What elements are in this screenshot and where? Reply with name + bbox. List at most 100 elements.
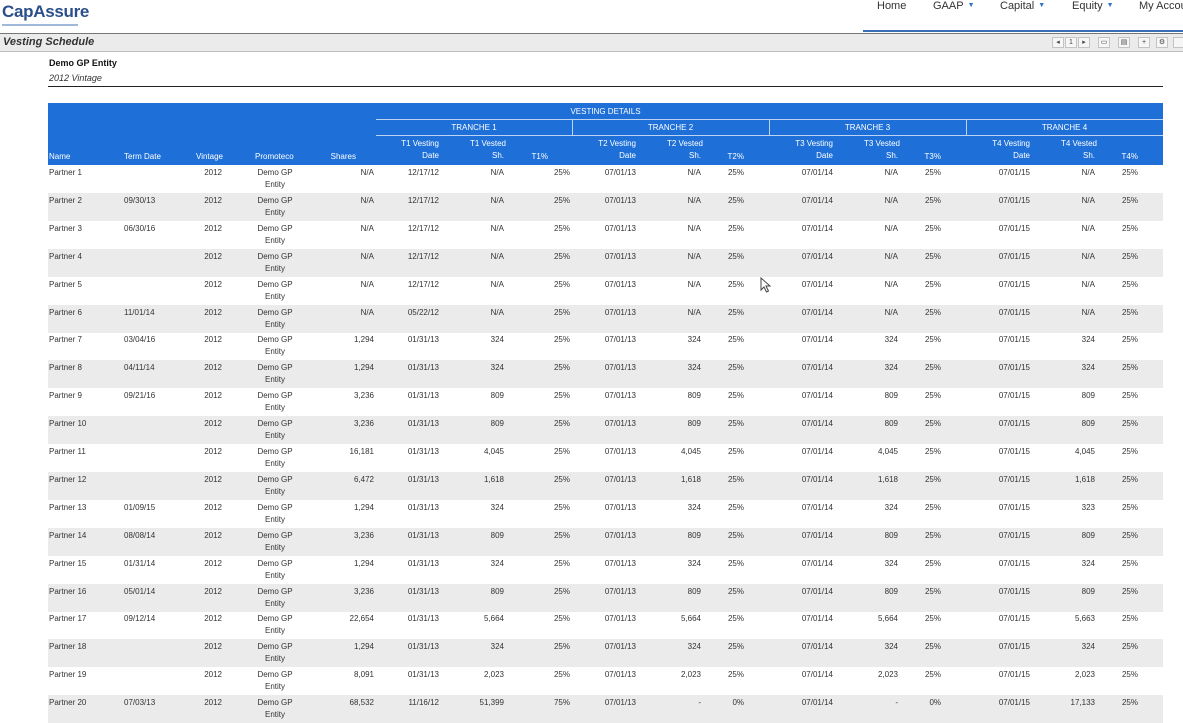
row-t2-vested: N/A — [687, 279, 701, 289]
table-row[interactable]: Partner 1 2012 N/A 12/17/12 N/A 25% 07/01/13 N/… — [48, 165, 1163, 193]
row-shares: 3,236 — [353, 530, 374, 540]
row-t2-pct: 25% — [727, 195, 744, 205]
nav-home[interactable]: Home — [877, 0, 906, 12]
col-vintage[interactable]: Vintage — [196, 152, 223, 161]
col-t4-date[interactable]: T4 Vesting — [970, 139, 1030, 148]
row-t3-date: 07/01/14 — [801, 307, 833, 317]
table-row[interactable]: Partner 13 01/09/15 2012 1,294 01/31/13 324 25… — [48, 500, 1163, 528]
more-icon[interactable] — [1173, 37, 1183, 48]
row-t1-pct: 25% — [553, 223, 570, 233]
nav-equity-label: Equity — [1072, 0, 1103, 12]
app-logo[interactable]: CapAssure — [2, 2, 89, 22]
next-page-button[interactable]: ▸ — [1078, 37, 1090, 48]
col-t3-vested[interactable]: T3 Vested — [840, 139, 900, 148]
row-t2-pct: 25% — [727, 474, 744, 484]
row-vintage: 2012 — [204, 558, 222, 568]
row-t3-vested: 324 — [884, 558, 898, 568]
nav-equity[interactable]: Equity ▼ — [1072, 0, 1114, 12]
row-vintage: 2012 — [204, 168, 222, 177]
table-row[interactable]: Partner 6 11/01/14 2012 N/A 05/22/12 N/A 25% 07… — [48, 304, 1163, 333]
nav-capital[interactable]: Capital ▼ — [1000, 0, 1045, 12]
nav-my-account[interactable]: My Accou — [1139, 0, 1183, 12]
table-row[interactable]: Partner 19 2012 8,091 01/31/13 2,023 25% 07/01… — [48, 667, 1163, 695]
row-t3-pct: 25% — [924, 223, 941, 233]
col-t3-pct[interactable]: T3% — [911, 152, 941, 161]
row-t2-vested: 324 — [687, 642, 701, 652]
row-shares: 3,236 — [353, 419, 374, 429]
col-t4-pct[interactable]: T4% — [1108, 152, 1138, 161]
export-icon[interactable]: ▤ — [1118, 37, 1130, 48]
table-row[interactable]: Partner 16 05/01/14 2012 3,236 01/31/13 809 25… — [48, 583, 1163, 612]
col-t4-vested[interactable]: T4 Vested — [1037, 139, 1097, 148]
col-t3-vested-line2: Sh. — [885, 151, 898, 160]
row-t3-pct: 25% — [924, 642, 941, 652]
row-promoteco: Demo GP Entity — [248, 167, 302, 191]
col-name[interactable]: Name — [49, 152, 70, 161]
table-row[interactable]: Partner 10 2012 3,236 01/31/13 809 25% 07/01/1… — [48, 416, 1163, 445]
table-row[interactable]: Partner 11 2012 16,181 01/31/13 4,045 25% 07/0… — [48, 444, 1163, 472]
col-promoteco[interactable]: Promoteco — [255, 152, 294, 161]
table-row[interactable]: Partner 12 2012 6,472 01/31/13 1,618 25% 07/01… — [48, 471, 1163, 500]
table-row[interactable]: Partner 17 09/12/14 2012 22,654 01/31/13 5,66… — [48, 611, 1163, 639]
col-t2-vested[interactable]: T2 Vested — [643, 139, 703, 148]
zoom-icon[interactable]: + — [1138, 37, 1150, 48]
col-t1-vested[interactable]: T1 Vested — [446, 139, 506, 148]
row-promoteco-line2: Entity — [264, 403, 285, 413]
table-row[interactable]: Partner 2 09/30/13 2012 N/A 12/17/12 N/A 25% 07… — [48, 192, 1163, 221]
col-t2-date[interactable]: T2 Vesting — [576, 139, 636, 148]
row-t1-pct: 25% — [553, 279, 570, 289]
row-t2-vested: 5,664 — [680, 614, 701, 624]
col-term-date[interactable]: Term Date — [124, 152, 161, 161]
nav-gaap[interactable]: GAAP ▼ — [933, 0, 975, 12]
row-name: Partner 8 — [49, 363, 82, 373]
col-t1-pct[interactable]: T1% — [518, 152, 548, 161]
row-name: Partner 11 — [49, 447, 86, 456]
row-t1-date: 01/31/13 — [407, 419, 439, 429]
nav-my-account-label: My Accou — [1139, 0, 1183, 12]
row-promoteco-line1: Demo GP — [257, 195, 293, 205]
row-t2-pct: 25% — [727, 642, 744, 652]
row-t3-vested: 5,664 — [877, 614, 898, 624]
table-row[interactable]: Partner 7 03/04/16 2012 1,294 01/31/13 324 25%… — [48, 332, 1163, 360]
table-row[interactable]: Partner 18 2012 1,294 01/31/13 324 25% 07/01/1… — [48, 639, 1163, 668]
row-t4-pct: 25% — [1121, 447, 1138, 456]
row-t4-date: 07/01/15 — [998, 251, 1030, 261]
table-row[interactable]: Partner 5 2012 N/A 12/17/12 N/A 25% 07/01/13 N/… — [48, 277, 1163, 305]
row-t2-vested: - — [698, 698, 701, 708]
row-t4-pct: 25% — [1121, 419, 1138, 429]
row-name: Partner 4 — [49, 251, 82, 261]
row-t2-pct: 25% — [727, 558, 744, 568]
table-row[interactable]: Partner 14 08/08/14 2012 3,236 01/31/13 809 25… — [48, 527, 1163, 556]
row-t4-date: 07/01/15 — [998, 614, 1030, 624]
row-t1-vested: 809 — [490, 419, 504, 429]
previous-page-button[interactable]: ◂ — [1052, 37, 1064, 48]
row-promoteco-line2: Entity — [264, 654, 285, 664]
col-t1-date[interactable]: T1 Vesting — [379, 139, 439, 148]
col-t2-pct[interactable]: T2% — [714, 152, 744, 161]
table-row[interactable]: Partner 8 04/11/14 2012 1,294 01/31/13 324 25%… — [48, 360, 1163, 389]
table-row[interactable]: Partner 15 01/31/14 2012 1,294 01/31/13 324 25… — [48, 556, 1163, 584]
row-t1-date: 01/31/13 — [407, 363, 439, 373]
table-row[interactable]: Partner 4 2012 N/A 12/17/12 N/A 25% 07/01/13 N/… — [48, 248, 1163, 277]
row-t4-pct: 25% — [1121, 223, 1138, 233]
row-t4-vested: 2,023 — [1074, 670, 1095, 680]
table-row[interactable]: Partner 9 09/21/16 2012 3,236 01/31/13 809 25%… — [48, 388, 1163, 416]
row-t2-pct: 0% — [732, 698, 744, 708]
page-number[interactable]: 1 — [1065, 37, 1077, 48]
col-t3-date[interactable]: T3 Vesting — [773, 139, 833, 148]
row-t3-vested: N/A — [884, 279, 898, 289]
row-name: Partner 5 — [49, 279, 82, 289]
row-t3-vested: 324 — [884, 502, 898, 512]
row-t3-pct: 25% — [924, 586, 941, 596]
row-t1-date: 01/31/13 — [407, 642, 439, 652]
table-row[interactable]: Partner 3 06/30/16 2012 N/A 12/17/12 N/A 25% 07… — [48, 221, 1163, 249]
row-t2-date: 07/01/13 — [604, 558, 636, 568]
settings-icon[interactable]: ⚙ — [1156, 37, 1168, 48]
row-promoteco: Demo GP Entity — [248, 418, 302, 442]
row-t3-vested: 809 — [884, 530, 898, 540]
row-promoteco: Demo GP Entity — [248, 669, 302, 693]
col-shares[interactable]: Shares — [306, 152, 356, 161]
row-term-date: 05/01/14 — [124, 586, 156, 596]
row-vintage: 2012 — [204, 530, 222, 540]
print-icon[interactable]: ▭ — [1098, 37, 1110, 48]
